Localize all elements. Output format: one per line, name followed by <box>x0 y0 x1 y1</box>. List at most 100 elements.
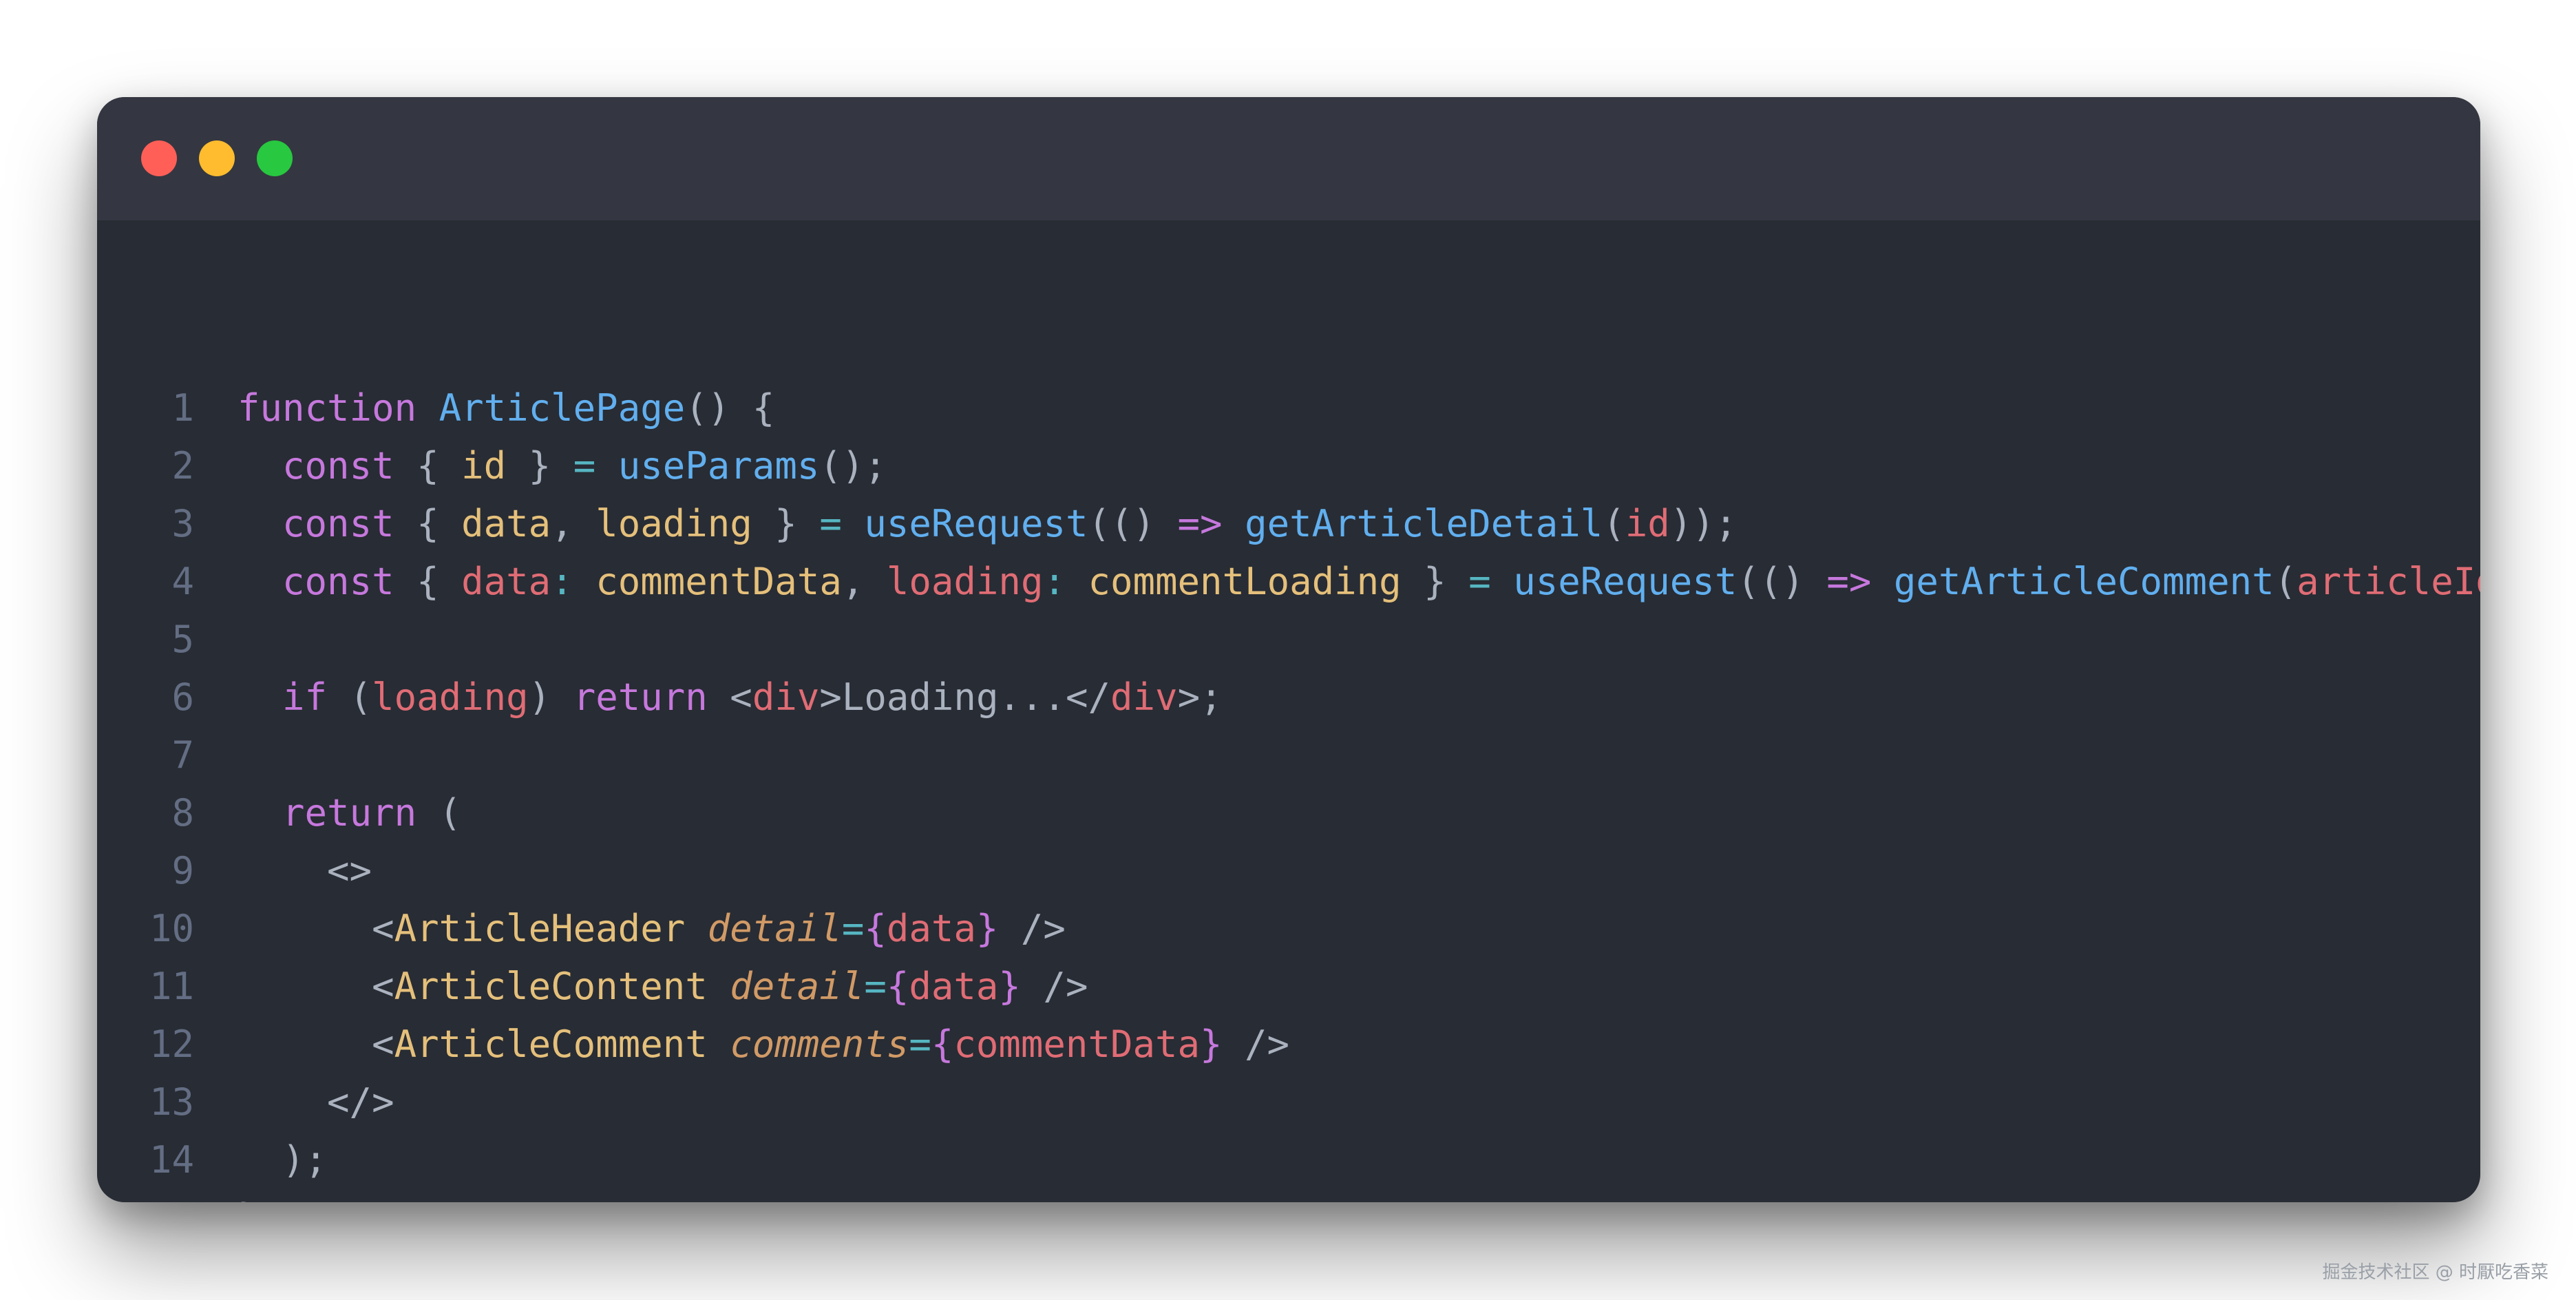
code-token: } <box>998 965 1021 1008</box>
code-token: : <box>551 560 573 603</box>
code-token: { <box>394 444 462 488</box>
code-text: <ArticleComment comments={commentData} /… <box>237 1016 1289 1073</box>
code-text: const { id } = useParams(); <box>237 437 887 495</box>
code-token: if <box>282 675 328 719</box>
code-token: comments <box>730 1023 909 1066</box>
code-token: div <box>1110 675 1178 719</box>
code-token: >; <box>1177 675 1223 719</box>
code-token: data <box>909 965 999 1008</box>
code-line: 4 const { data: commentData, loading: co… <box>97 553 2480 611</box>
code-token: commentData <box>953 1023 1200 1066</box>
code-token: = <box>909 1023 931 1066</box>
code-token: getArticleDetail <box>1245 502 1603 545</box>
line-number: 7 <box>171 733 194 777</box>
code-token: </ <box>1065 675 1111 719</box>
code-token: id <box>461 444 507 488</box>
code-text: return ( <box>237 784 461 842</box>
code-token: (() <box>1088 502 1178 545</box>
code-token: } <box>506 444 573 488</box>
code-line: 3 const { data, loading } = useRequest((… <box>97 495 2480 553</box>
code-token: detail <box>730 965 865 1008</box>
code-token: )); <box>1669 502 1738 545</box>
code-line: 10 <ArticleHeader detail={data} /> <box>97 900 2480 958</box>
code-token: } <box>975 907 999 950</box>
line-number: 13 <box>149 1080 194 1124</box>
line-number: 6 <box>171 675 194 719</box>
code-token: detail <box>707 907 842 950</box>
code-line: 12 <ArticleComment comments={commentData… <box>97 1016 2480 1073</box>
code-window: 1 function ArticlePage() {2 const { id } … <box>97 97 2480 1202</box>
code-token: id <box>1625 502 1670 545</box>
code-token: /> <box>998 907 1066 950</box>
code-token: { <box>394 560 462 603</box>
code-token: { <box>886 965 909 1008</box>
minimize-button[interactable] <box>199 140 235 176</box>
line-number: 3 <box>171 502 194 545</box>
code-token: } <box>1200 1023 1223 1066</box>
code-token: < <box>237 1023 394 1066</box>
code-token: ( <box>2274 560 2297 603</box>
close-button[interactable] <box>141 140 177 176</box>
line-number: 4 <box>171 560 194 603</box>
code-token: = <box>1468 560 1491 603</box>
code-token: const <box>282 444 394 488</box>
code-token: ( <box>1603 502 1625 545</box>
code-token: > <box>819 675 842 719</box>
code-token: articleId <box>2297 560 2480 603</box>
code-token: : <box>1043 560 1066 603</box>
code-line: 6 if (loading) return <div>Loading...</d… <box>97 669 2480 726</box>
code-token: return <box>573 675 708 719</box>
code-token: /> <box>1020 965 1088 1008</box>
code-line: 11 <ArticleContent detail={data} /> <box>97 958 2480 1016</box>
code-token: => <box>1177 502 1223 545</box>
code-token: = <box>573 444 596 488</box>
code-token: ); <box>237 1138 328 1182</box>
code-line: 13 </> <box>97 1073 2480 1131</box>
code-line: 15} <box>97 1189 2480 1202</box>
code-text: const { data, loading } = useRequest(() … <box>237 495 1737 553</box>
code-line: 14 ); <box>97 1131 2480 1189</box>
code-token: return <box>282 791 417 835</box>
code-token: div <box>752 675 820 719</box>
code-token: { <box>394 502 462 545</box>
line-number: 8 <box>171 791 194 835</box>
code-text: if (loading) return <div>Loading...</div… <box>237 669 1223 726</box>
line-number: 15 <box>97 1189 194 1202</box>
code-token: ( <box>327 675 372 719</box>
code-token: const <box>282 502 394 545</box>
code-line: 5 <box>97 611 2480 669</box>
code-token: () { <box>685 386 775 430</box>
code-token: ArticleComment <box>394 1023 708 1066</box>
line-number: 12 <box>149 1023 194 1066</box>
maximize-button[interactable] <box>257 140 293 176</box>
code-token: /> <box>1222 1023 1290 1066</box>
code-token: , <box>551 502 596 545</box>
watermark: 掘金技术社区 @ 时厭吃香菜 <box>2322 1262 2548 1283</box>
code-token: = <box>841 907 865 950</box>
code-block: 1 function ArticlePage() {2 const { id } … <box>97 379 2480 1202</box>
line-number: 10 <box>149 907 194 950</box>
code-token: useRequest <box>864 502 1088 545</box>
code-token: loading <box>886 560 1044 603</box>
code-text: <ArticleHeader detail={data} /> <box>237 900 1066 958</box>
code-token: = <box>819 502 842 545</box>
code-token: < <box>237 907 394 950</box>
code-text: </> <box>237 1073 394 1131</box>
code-token: </> <box>237 1080 394 1124</box>
line-number: 1 <box>171 386 194 430</box>
code-text: ); <box>237 1131 327 1189</box>
code-token: data <box>461 502 551 545</box>
code-token: < <box>707 675 752 719</box>
code-text: <ArticleContent detail={data} /> <box>237 958 1088 1016</box>
code-token: getArticleComment <box>1893 560 2274 603</box>
